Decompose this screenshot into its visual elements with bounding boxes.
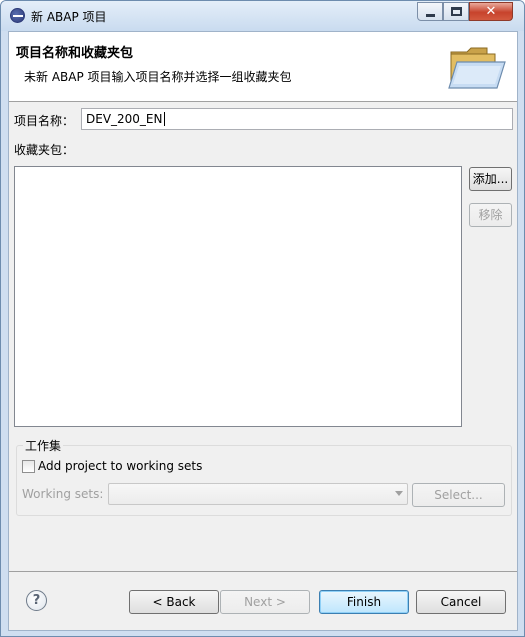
close-icon: ✕ <box>485 4 497 19</box>
page-description: 未新 ABAP 项目输入项目名称并选择一组收藏夹包 <box>24 70 292 84</box>
favorite-packages-label: 收藏夹包： <box>14 143 75 157</box>
text-caret <box>163 112 165 126</box>
minimize-button[interactable] <box>417 2 443 21</box>
select-working-sets-button[interactable]: Select... <box>412 483 505 507</box>
dialog-window: 新 ABAP 项目 ✕ 项目名称和收藏夹包 未新 ABAP 项目输入项目名称并选… <box>0 0 525 637</box>
back-button[interactable]: < Back <box>129 590 219 614</box>
page-title: 项目名称和收藏夹包 <box>16 46 134 61</box>
add-to-working-sets-checkbox[interactable] <box>22 460 35 473</box>
chevron-down-icon <box>395 491 403 496</box>
dialog-client-area: 项目名称和收藏夹包 未新 ABAP 项目输入项目名称并选择一组收藏夹包 项目名称… <box>8 31 518 631</box>
maximize-icon <box>451 7 462 16</box>
add-package-button[interactable]: 添加... <box>469 167 512 191</box>
remove-package-button[interactable]: 移除 <box>469 203 512 227</box>
working-sets-combo[interactable] <box>108 483 408 505</box>
wizard-header: 项目名称和收藏夹包 未新 ABAP 项目输入项目名称并选择一组收藏夹包 <box>9 32 517 102</box>
maximize-button[interactable] <box>443 2 469 21</box>
title-bar[interactable]: 新 ABAP 项目 ✕ <box>1 1 524 31</box>
project-name-label: 项目名称： <box>14 114 75 128</box>
open-folder-icon <box>448 47 506 89</box>
next-button[interactable]: Next > <box>220 590 310 614</box>
working-sets-label: Working sets: <box>22 487 104 501</box>
cancel-button[interactable]: Cancel <box>416 590 506 614</box>
help-icon[interactable]: ? <box>26 590 47 611</box>
finish-button[interactable]: Finish <box>319 590 409 614</box>
window-title: 新 ABAP 项目 <box>31 10 107 24</box>
footer-divider <box>9 571 517 572</box>
favorite-packages-list[interactable] <box>14 166 462 427</box>
eclipse-app-icon <box>10 8 25 23</box>
project-name-input[interactable]: DEV_200_EN <box>81 108 513 130</box>
close-button[interactable]: ✕ <box>469 2 513 21</box>
working-sets-group-title: 工作集 <box>23 437 64 454</box>
add-to-working-sets-label[interactable]: Add project to working sets <box>38 459 202 473</box>
minimize-icon <box>426 14 435 17</box>
project-name-value: DEV_200_EN <box>86 112 163 126</box>
